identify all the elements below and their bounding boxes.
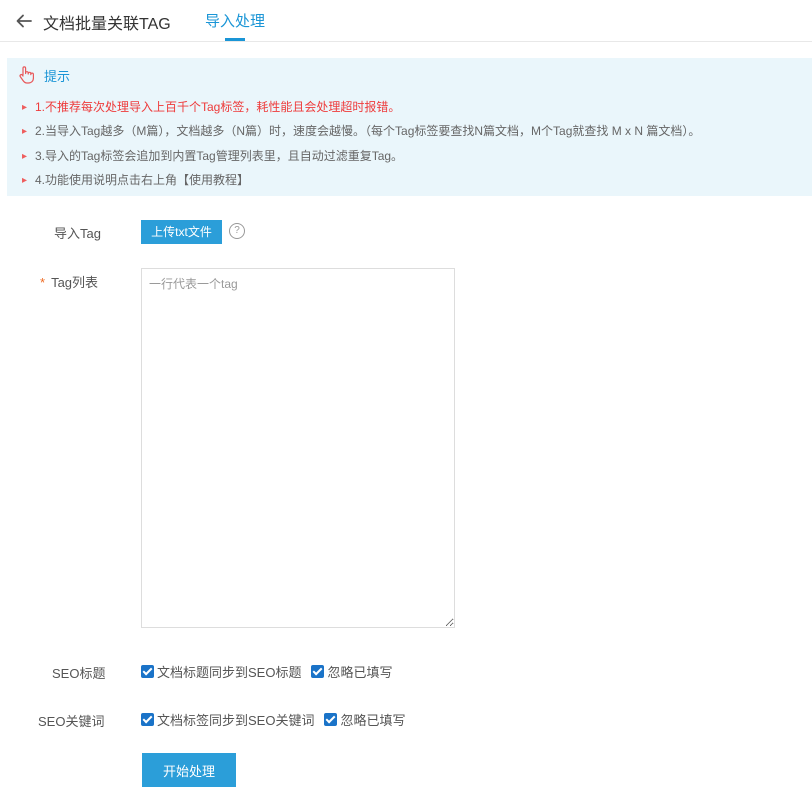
required-star: * bbox=[40, 275, 46, 290]
seo-title-options: 文档标题同步到SEO标题 忽略已填写 bbox=[141, 662, 392, 681]
tip-item: ▸ 4.功能使用说明点击右上角【使用教程】 bbox=[22, 171, 249, 188]
seo-keywords-ignore-checkbox[interactable] bbox=[324, 713, 338, 726]
active-tab-indicator bbox=[225, 38, 245, 41]
bullet-dot-icon: ▸ bbox=[22, 102, 28, 113]
seo-keywords-sync-checkbox[interactable] bbox=[141, 713, 154, 726]
seo-title-ignore-checkbox[interactable] bbox=[311, 665, 325, 678]
tips-title: 提示 bbox=[44, 69, 71, 84]
bullet-dot-icon: ▸ bbox=[22, 126, 28, 137]
tag-list-label-text: Tag列表 bbox=[51, 275, 99, 290]
seo-title-label: SEO标题 bbox=[52, 666, 106, 681]
tip-text: 1.不推荐每次处理导入上百千个Tag标签，耗性能且会处理超时报错。 bbox=[35, 100, 401, 114]
page-header: 文档批量关联TAG 导入处理 bbox=[0, 0, 812, 42]
tips-panel: 提示 ▸ 1.不推荐每次处理导入上百千个Tag标签，耗性能且会处理超时报错。 ▸ 2… bbox=[7, 58, 812, 196]
import-tag-label: 导入Tag bbox=[54, 226, 101, 241]
tip-text: 3.导入的Tag标签会追加到内置Tag管理列表里，且自动过滤重复Tag。 bbox=[35, 149, 404, 163]
tip-item: ▸ 1.不推荐每次处理导入上百千个Tag标签，耗性能且会处理超时报错。 bbox=[22, 98, 400, 115]
seo-keywords-ignore-label[interactable]: 忽略已填写 bbox=[340, 710, 405, 729]
hand-pointer-icon bbox=[19, 66, 34, 84]
seo-title-ignore-label[interactable]: 忽略已填写 bbox=[327, 662, 392, 681]
seo-keywords-sync-label[interactable]: 文档标签同步到SEO关键词 bbox=[157, 710, 314, 729]
tag-list-label: * Tag列表 bbox=[40, 272, 98, 291]
tip-text: 2.当导入Tag越多（M篇），文档越多（N篇）时，速度会越慢。（每个Tag标签要… bbox=[35, 124, 701, 138]
tab-import[interactable]: 导入处理 bbox=[205, 10, 265, 31]
seo-title-sync-checkbox[interactable] bbox=[141, 665, 154, 678]
tip-item: ▸ 3.导入的Tag标签会追加到内置Tag管理列表里，且自动过滤重复Tag。 bbox=[22, 147, 403, 164]
bullet-dot-icon: ▸ bbox=[22, 175, 28, 186]
bullet-dot-icon: ▸ bbox=[22, 151, 28, 162]
upload-txt-button[interactable]: 上传txt文件 bbox=[141, 220, 222, 244]
seo-title-sync-label[interactable]: 文档标题同步到SEO标题 bbox=[157, 662, 301, 681]
seo-keywords-options: 文档标签同步到SEO关键词 忽略已填写 bbox=[141, 710, 405, 729]
tag-list-textarea[interactable] bbox=[141, 268, 455, 628]
seo-keywords-label: SEO关键词 bbox=[38, 714, 105, 729]
page-title: 文档批量关联TAG bbox=[43, 16, 171, 33]
arrow-left-icon[interactable] bbox=[14, 11, 34, 31]
question-circle-icon[interactable]: ? bbox=[229, 223, 245, 239]
tip-item: ▸ 2.当导入Tag越多（M篇），文档越多（N篇）时，速度会越慢。（每个Tag标签… bbox=[22, 122, 700, 139]
tip-text: 4.功能使用说明点击右上角【使用教程】 bbox=[35, 173, 250, 187]
start-processing-button[interactable]: 开始处理 bbox=[142, 753, 236, 787]
